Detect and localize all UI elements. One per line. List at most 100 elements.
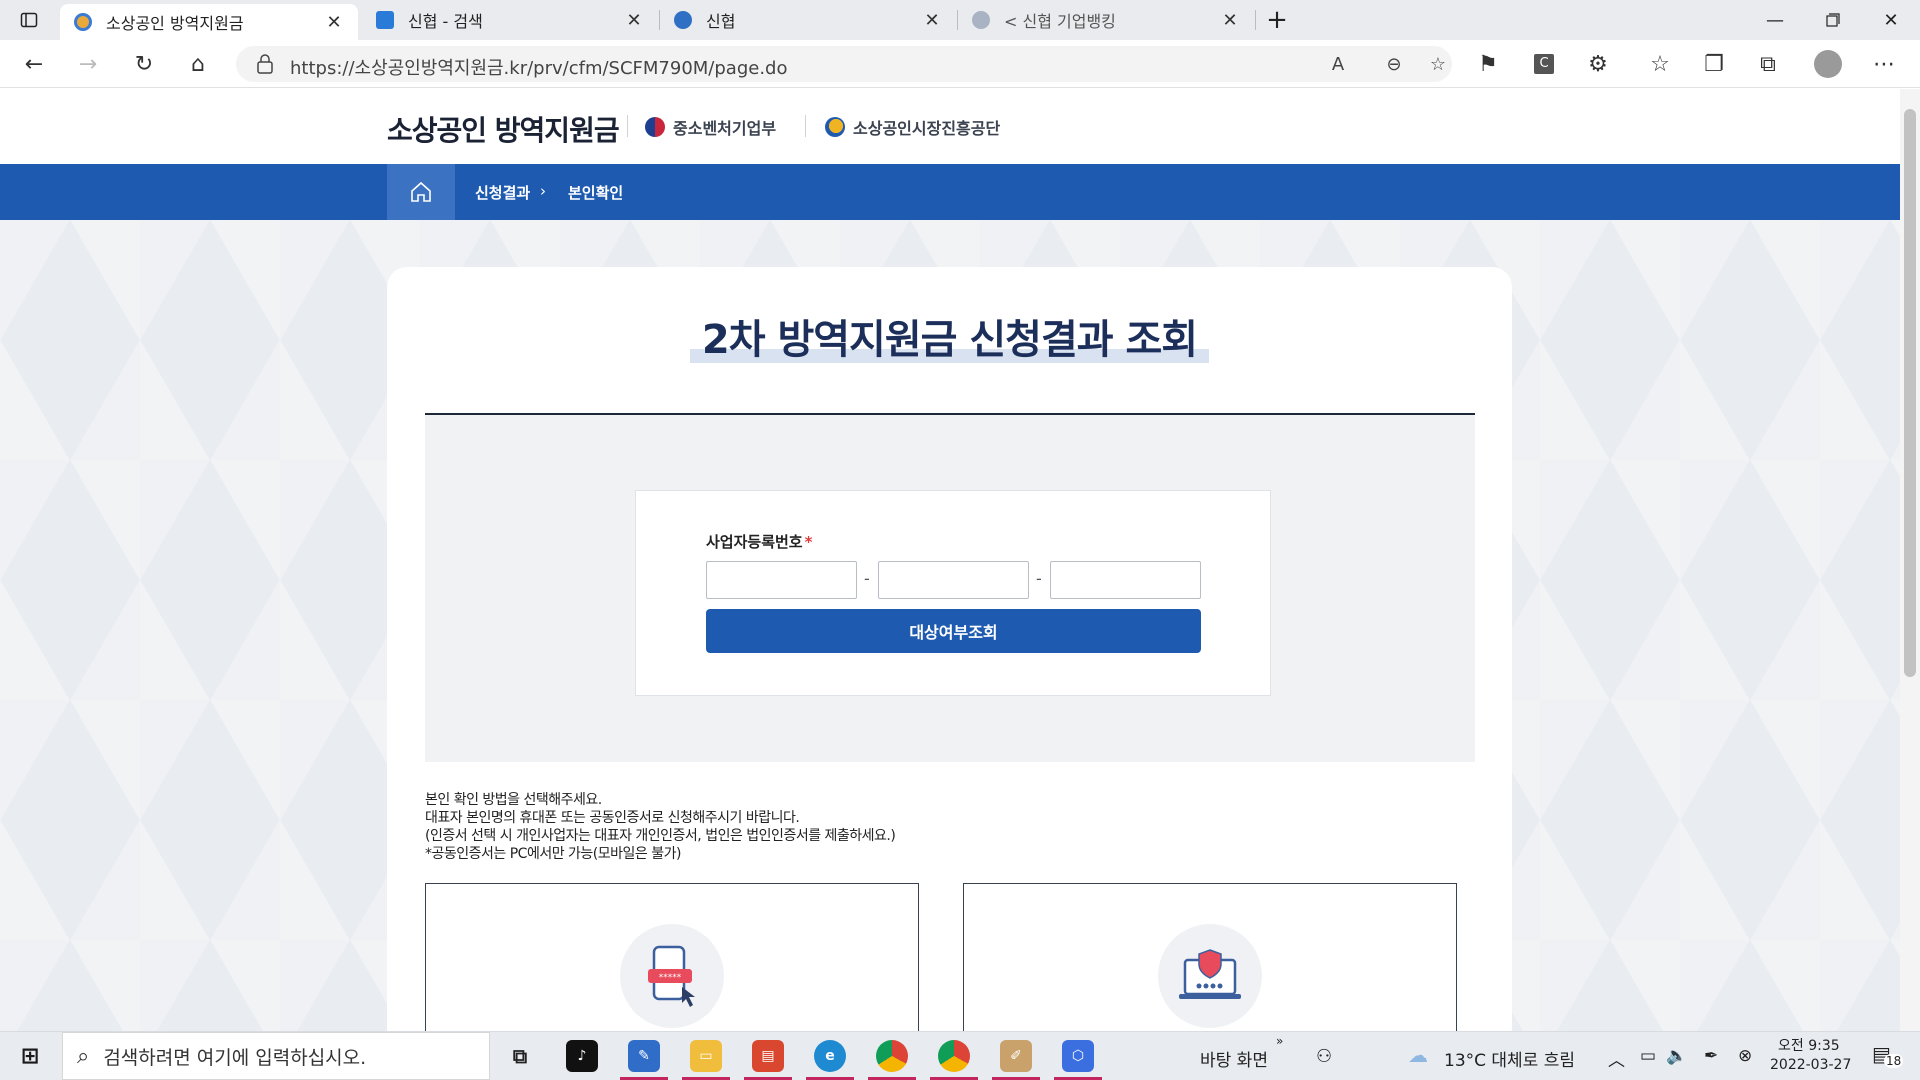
partner-name: 중소벤처기업부 (673, 119, 777, 138)
more-menu-icon[interactable]: ⋯ (1866, 48, 1902, 80)
phone-auth-option[interactable]: ***** (425, 883, 919, 1031)
chrome-icon[interactable] (876, 1040, 908, 1072)
presentation-app-icon[interactable]: ▤ (752, 1040, 784, 1072)
required-mark: * (804, 533, 813, 551)
desktop-toolbar-label[interactable]: 바탕 화면 (1200, 1046, 1268, 1071)
content-card: 2차 방역지원금 신청결과 조회 사업자등록번호 * - - 대상여부조회 본인 … (387, 267, 1512, 1031)
task-view-icon[interactable]: ⧉ (504, 1040, 536, 1072)
certificate-auth-option[interactable] (963, 883, 1457, 1031)
taegeuk-icon (645, 117, 665, 137)
close-window-icon[interactable]: ✕ (1864, 0, 1918, 40)
form-section: 사업자등록번호 * - - 대상여부조회 (425, 415, 1475, 762)
partner-logo-mss[interactable]: 중소벤처기업부 (645, 115, 776, 139)
file-explorer-icon[interactable]: ▭ (690, 1040, 722, 1072)
instruction-notes: 본인 확인 방법을 선택해주세요. 대표자 본인명의 휴대폰 또는 공동인증서로… (425, 791, 896, 863)
business-number-part2-input[interactable] (878, 561, 1029, 599)
business-number-form: 사업자등록번호 * - - 대상여부조회 (635, 490, 1271, 696)
tab-title: < 신협 기업뱅킹 (1004, 12, 1116, 31)
chrome-profile-icon[interactable] (938, 1040, 970, 1072)
site-header: 소상공인 방역지원금 중소벤처기업부 소상공인시장진흥공단 (0, 89, 1900, 164)
weather-text[interactable]: 13°C 대체로 흐림 (1444, 1046, 1575, 1071)
close-tab-icon[interactable]: ✕ (324, 12, 344, 33)
home-button[interactable] (387, 164, 455, 220)
paint-app-icon[interactable]: ✐ (1000, 1040, 1032, 1072)
add-favorite-icon[interactable]: ☆ (1426, 52, 1450, 76)
bing-favicon-icon (376, 11, 394, 29)
extension-icon[interactable]: ⚑ (1470, 48, 1506, 80)
profile-avatar[interactable] (1810, 48, 1846, 80)
volume-icon[interactable]: 🔈 (1666, 1046, 1687, 1066)
weather-cloud-icon[interactable]: ☁ (1408, 1043, 1428, 1067)
new-tab-icon[interactable]: + (1250, 0, 1304, 40)
refresh-icon[interactable]: ↻ (126, 48, 162, 80)
close-tab-icon[interactable]: ✕ (922, 10, 942, 31)
note-line: (인증서 선택 시 개인사업자는 대표자 개인인증서, 법인은 법인인증서를 제… (425, 828, 896, 844)
minimize-icon[interactable]: — (1748, 0, 1802, 40)
tab-search[interactable]: 신협 - 검색 ✕ (362, 0, 658, 40)
logo-divider (805, 115, 806, 137)
meet-now-icon[interactable]: ▭ (1640, 1046, 1656, 1066)
business-number-label: 사업자등록번호 * (706, 531, 812, 552)
breadcrumb-item[interactable]: 신청결과 (475, 182, 530, 203)
home-icon[interactable]: ⌂ (180, 48, 216, 80)
tab-banking[interactable]: < 신협 기업뱅킹 ✕ (958, 0, 1254, 40)
hwp-app-icon[interactable]: ✎ (628, 1040, 660, 1072)
security-app-icon[interactable]: ⬡ (1062, 1040, 1094, 1072)
business-number-part1-input[interactable] (706, 561, 857, 599)
lock-icon (257, 54, 273, 74)
tab-active[interactable]: 소상공인 방역지원금 ✕ (60, 4, 358, 40)
read-aloud-icon[interactable]: A (1326, 52, 1350, 76)
windows-start-icon[interactable]: ⊞ (14, 1040, 46, 1072)
separator: - (864, 569, 870, 588)
clock-time[interactable]: 오전 9:35 (1778, 1035, 1840, 1055)
tab-shinhyup[interactable]: 신협 ✕ (660, 0, 956, 40)
shinhyup-favicon-icon (674, 11, 692, 29)
vertical-scrollbar[interactable] (1900, 89, 1920, 1031)
search-icon: ⌕ (77, 1043, 90, 1069)
collections-icon[interactable]: ❐ (1696, 48, 1732, 80)
partner-name: 소상공인시장진흥공단 (853, 119, 1001, 138)
close-tab-icon[interactable]: ✕ (1220, 10, 1240, 31)
back-icon[interactable]: ← (16, 48, 52, 80)
separator: - (1036, 569, 1042, 588)
taskbar-search[interactable]: ⌕ 검색하려면 여기에 입력하십시오. (62, 1032, 490, 1080)
scrollbar-thumb[interactable] (1904, 109, 1916, 677)
close-tab-icon[interactable]: ✕ (624, 10, 644, 31)
forward-icon[interactable]: → (70, 48, 106, 80)
check-eligibility-button[interactable]: 대상여부조회 (706, 609, 1201, 653)
pen-icon[interactable]: ✒ (1704, 1046, 1718, 1066)
business-number-part3-input[interactable] (1050, 561, 1201, 599)
breadcrumb-bar: 신청결과 › 본인확인 (0, 164, 1900, 220)
clock-date[interactable]: 2022-03-27 (1770, 1057, 1851, 1073)
certificate-auth-icon (1158, 924, 1262, 1028)
edge-browser-icon[interactable]: e (814, 1040, 846, 1072)
restore-icon[interactable] (1806, 0, 1860, 40)
site-logo[interactable]: 소상공인 방역지원금 (387, 109, 620, 149)
tab-actions-icon[interactable] (2, 0, 56, 40)
phone-auth-icon: ***** (620, 924, 724, 1028)
network-disconnected-icon[interactable]: ⊗ (1738, 1046, 1752, 1066)
tab-strip: 소상공인 방역지원금 ✕ 신협 - 검색 ✕ 신협 ✕ < 신협 기업뱅킹 ✕ … (0, 0, 1920, 40)
tiktok-app-icon[interactable]: ♪ (566, 1040, 598, 1072)
extensions-icon[interactable]: ⚙ (1580, 48, 1616, 80)
partner-logo-semas[interactable]: 소상공인시장진흥공단 (825, 115, 1000, 139)
address-bar[interactable]: https://소상공인방역지원금.kr/prv/cfm/SCFM790M/pa… (236, 46, 1452, 82)
url-text: https://소상공인방역지원금.kr/prv/cfm/SCFM790M/pa… (290, 58, 788, 79)
notification-count-badge: 18 (1884, 1054, 1904, 1068)
svg-text:*****: ***** (659, 973, 682, 983)
logo-divider (627, 115, 628, 137)
page-title: 2차 방역지원금 신청결과 조회 (689, 317, 1210, 363)
browser-essentials-icon[interactable]: ⧉ (1750, 48, 1786, 80)
extension-c-icon[interactable]: C (1526, 48, 1562, 80)
favorites-icon[interactable]: ☆ (1642, 48, 1678, 80)
tab-title: 소상공인 방역지원금 (106, 14, 244, 33)
people-icon[interactable]: ⚇ (1316, 1046, 1332, 1067)
banking-favicon-icon (972, 11, 990, 29)
zoom-out-icon[interactable]: ⊖ (1382, 52, 1406, 76)
note-line: 본인 확인 방법을 선택해주세요. (425, 792, 602, 808)
web-page: 소상공인 방역지원금 중소벤처기업부 소상공인시장진흥공단 신청결과 › 본인확… (0, 89, 1900, 1031)
tab-title: 신협 - 검색 (408, 12, 483, 31)
toolbar-expand-icon[interactable]: » (1276, 1034, 1283, 1048)
search-placeholder: 검색하려면 여기에 입력하십시오. (103, 1046, 367, 1069)
show-hidden-icons-icon[interactable]: ︿ (1608, 1046, 1625, 1071)
